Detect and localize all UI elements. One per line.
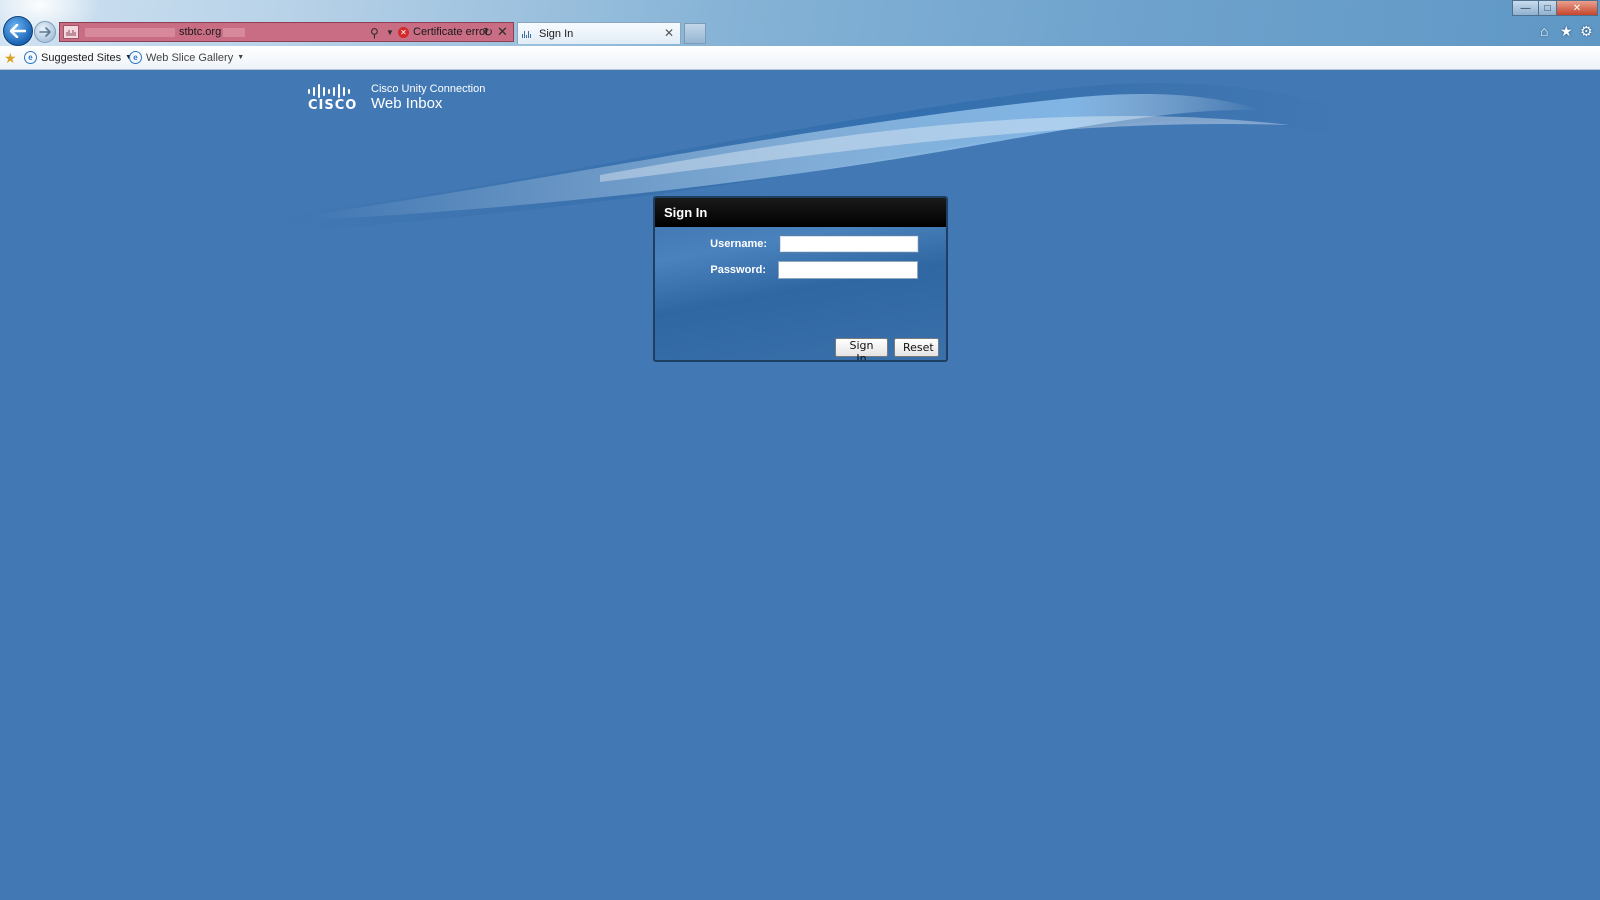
close-window-button[interactable]: ✕ bbox=[1556, 0, 1598, 16]
username-input[interactable] bbox=[779, 235, 919, 253]
back-arrow-icon bbox=[10, 24, 26, 38]
chevron-down-icon: ▼ bbox=[237, 54, 245, 61]
cisco-logo: CISCO bbox=[308, 84, 362, 112]
certificate-error-label[interactable]: Certificate error bbox=[413, 26, 489, 38]
forward-button[interactable] bbox=[34, 21, 56, 43]
cisco-logo-word: CISCO bbox=[308, 98, 358, 113]
maximize-button[interactable]: □ bbox=[1538, 0, 1556, 16]
back-button[interactable] bbox=[3, 16, 33, 46]
sign-in-button[interactable]: Sign In bbox=[835, 338, 888, 360]
app-subtitle: Cisco Unity Connection bbox=[371, 83, 486, 95]
reset-button[interactable]: Reset bbox=[894, 338, 939, 357]
password-row: Password: bbox=[655, 261, 918, 279]
cisco-favicon-icon bbox=[522, 29, 534, 38]
address-bar[interactable]: stbtc.org ⚲ ▼ ✕ Certificate error ↻ ✕ bbox=[59, 22, 514, 42]
favorites-item-web-slice-gallery[interactable]: e Web Slice Gallery ▼ bbox=[129, 51, 244, 64]
panel-title: Sign In bbox=[655, 198, 946, 227]
username-label: Username: bbox=[710, 238, 767, 250]
page-content: CISCO Cisco Unity Connection Web Inbox S… bbox=[0, 70, 1600, 900]
certificate-error-icon[interactable]: ✕ bbox=[398, 27, 409, 38]
refresh-icon[interactable]: ↻ bbox=[483, 25, 493, 39]
password-label: Password: bbox=[710, 264, 766, 276]
minimize-button[interactable]: — bbox=[1512, 0, 1538, 16]
url-obscured-segment bbox=[85, 27, 175, 37]
browser-toolbar: stbtc.org ⚲ ▼ ✕ Certificate error ↻ ✕ Si… bbox=[0, 0, 1600, 46]
favorites-bar: ★ e Suggested Sites ▼ e Web Slice Galler… bbox=[0, 46, 1600, 70]
home-icon[interactable]: ⌂ bbox=[1540, 23, 1548, 39]
new-tab-button[interactable] bbox=[684, 23, 706, 44]
forward-arrow-icon bbox=[39, 27, 51, 37]
tab-close-icon[interactable]: ✕ bbox=[664, 26, 674, 40]
tools-gear-icon[interactable]: ⚙ bbox=[1580, 23, 1593, 40]
dropdown-icon[interactable]: ▼ bbox=[386, 28, 394, 37]
site-favicon-icon bbox=[63, 25, 79, 39]
favorites-star-icon[interactable]: ★ bbox=[1560, 23, 1573, 40]
sign-in-panel: Sign In Username: Password: Sign In Rese… bbox=[653, 196, 948, 362]
favorites-item-label: Web Slice Gallery bbox=[146, 51, 234, 64]
url-obscured-segment-end bbox=[223, 27, 246, 37]
favorites-item-label: Suggested Sites bbox=[41, 51, 122, 64]
ie-page-icon: e bbox=[129, 51, 142, 64]
cisco-logo-bars-icon bbox=[308, 84, 362, 98]
tab-label: Sign In bbox=[539, 27, 574, 40]
add-favorites-icon[interactable]: ★ bbox=[4, 50, 17, 67]
url-text: stbtc.org bbox=[179, 26, 222, 38]
ie-page-icon: e bbox=[24, 51, 37, 64]
tab-sign-in[interactable]: Sign In ✕ bbox=[517, 22, 681, 44]
favorites-item-suggested-sites[interactable]: e Suggested Sites ▼ bbox=[24, 51, 132, 64]
app-title: Web Inbox bbox=[371, 95, 443, 112]
username-row: Username: bbox=[655, 235, 919, 253]
stop-icon[interactable]: ✕ bbox=[497, 24, 508, 40]
search-icon[interactable]: ⚲ bbox=[370, 26, 379, 40]
password-input[interactable] bbox=[778, 261, 918, 279]
